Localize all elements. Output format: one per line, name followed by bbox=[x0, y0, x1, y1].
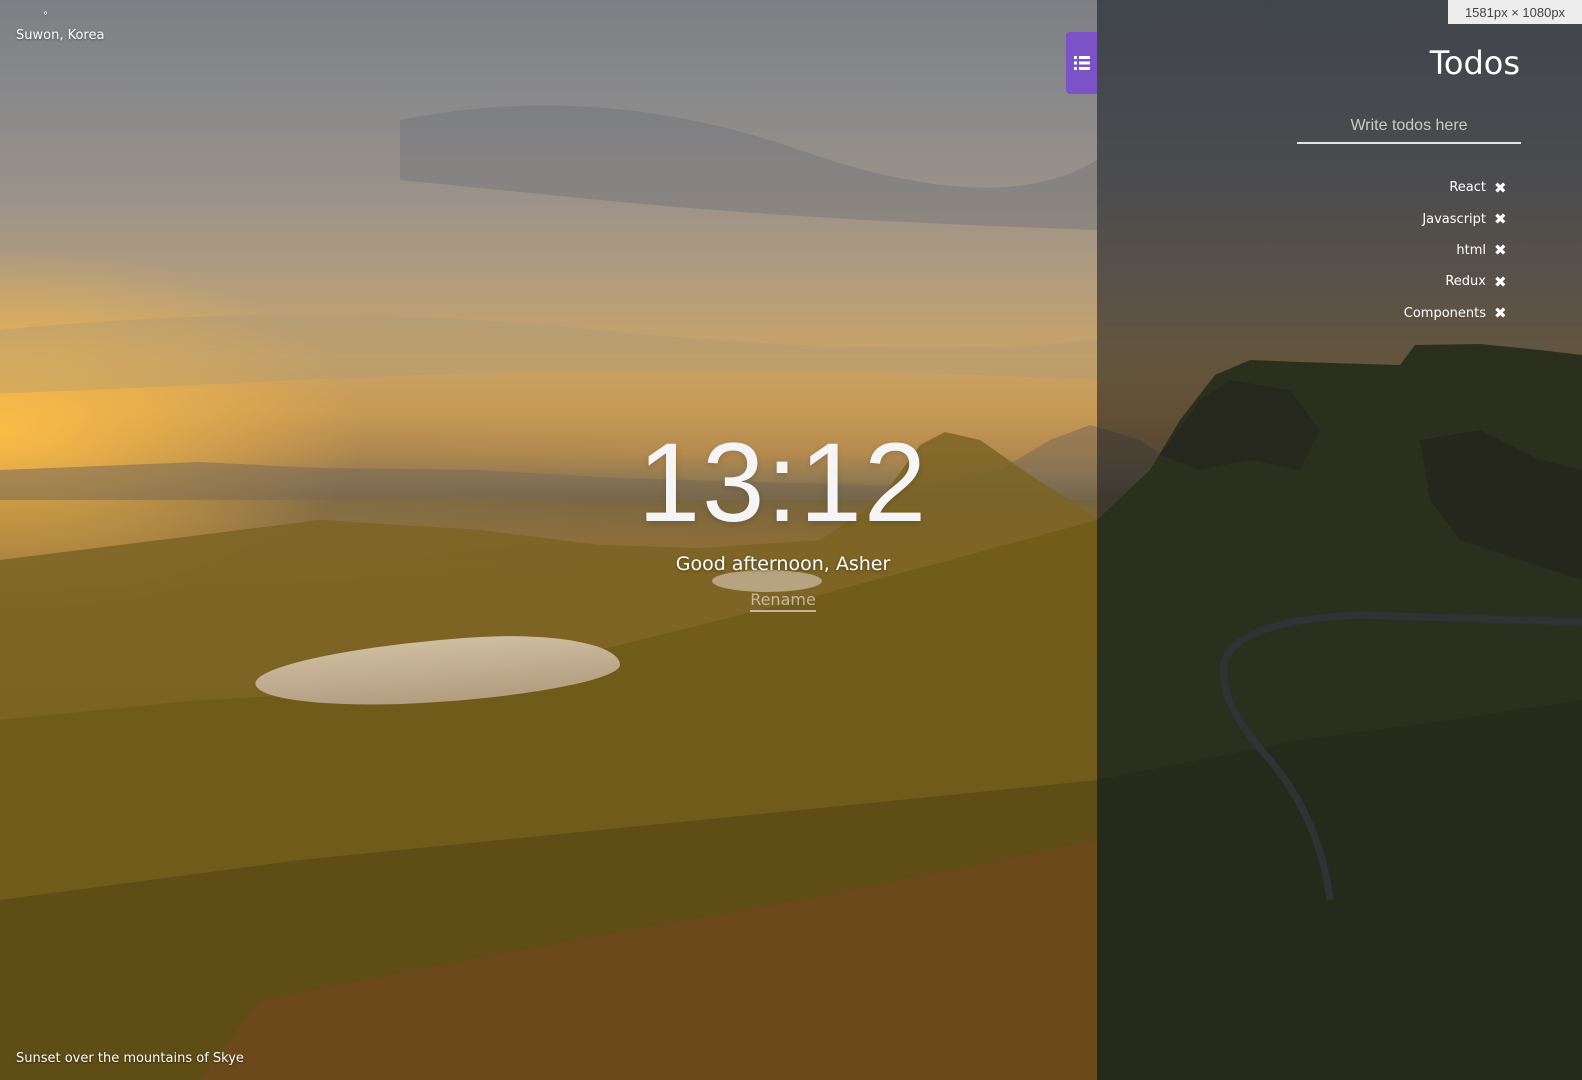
todo-item-label: Redux bbox=[1445, 274, 1486, 290]
rename-button[interactable]: Rename bbox=[750, 590, 816, 612]
todo-item-label: React bbox=[1449, 180, 1486, 196]
todo-item: React ✖ bbox=[1404, 172, 1506, 203]
todo-item: Javascript ✖ bbox=[1404, 203, 1506, 234]
list-icon bbox=[1073, 56, 1090, 70]
todo-item-label: html bbox=[1456, 242, 1486, 258]
background-caption: Sunset over the mountains of Skye bbox=[16, 1051, 244, 1066]
delete-icon[interactable]: ✖ bbox=[1494, 273, 1507, 291]
viewport-size-badge: 1581px × 1080px bbox=[1448, 0, 1582, 24]
todo-item-label: Components bbox=[1403, 305, 1486, 321]
delete-icon[interactable]: ✖ bbox=[1494, 241, 1507, 259]
todo-list: React ✖ Javascript ✖ html ✖ Redux ✖ Comp… bbox=[1403, 172, 1507, 329]
todos-toggle-button[interactable] bbox=[1066, 32, 1097, 94]
weather-location: Suwon, Korea bbox=[16, 28, 105, 43]
todo-input[interactable] bbox=[1297, 110, 1521, 144]
app-root: ° Suwon, Korea 13:12 Good afternoon, Ash… bbox=[0, 0, 1582, 1080]
todo-item: html ✖ bbox=[1404, 235, 1506, 266]
delete-icon[interactable]: ✖ bbox=[1494, 304, 1507, 322]
delete-icon[interactable]: ✖ bbox=[1494, 179, 1507, 197]
todos-title: Todos bbox=[1429, 44, 1520, 82]
todos-panel bbox=[1097, 0, 1582, 1080]
todo-item: Components ✖ bbox=[1403, 298, 1507, 329]
todo-item-label: Javascript bbox=[1422, 211, 1486, 227]
weather-widget: ° Suwon, Korea bbox=[16, 10, 104, 43]
todo-item: Redux ✖ bbox=[1404, 266, 1506, 297]
weather-icon: ° bbox=[43, 11, 48, 22]
delete-icon[interactable]: ✖ bbox=[1494, 210, 1507, 228]
